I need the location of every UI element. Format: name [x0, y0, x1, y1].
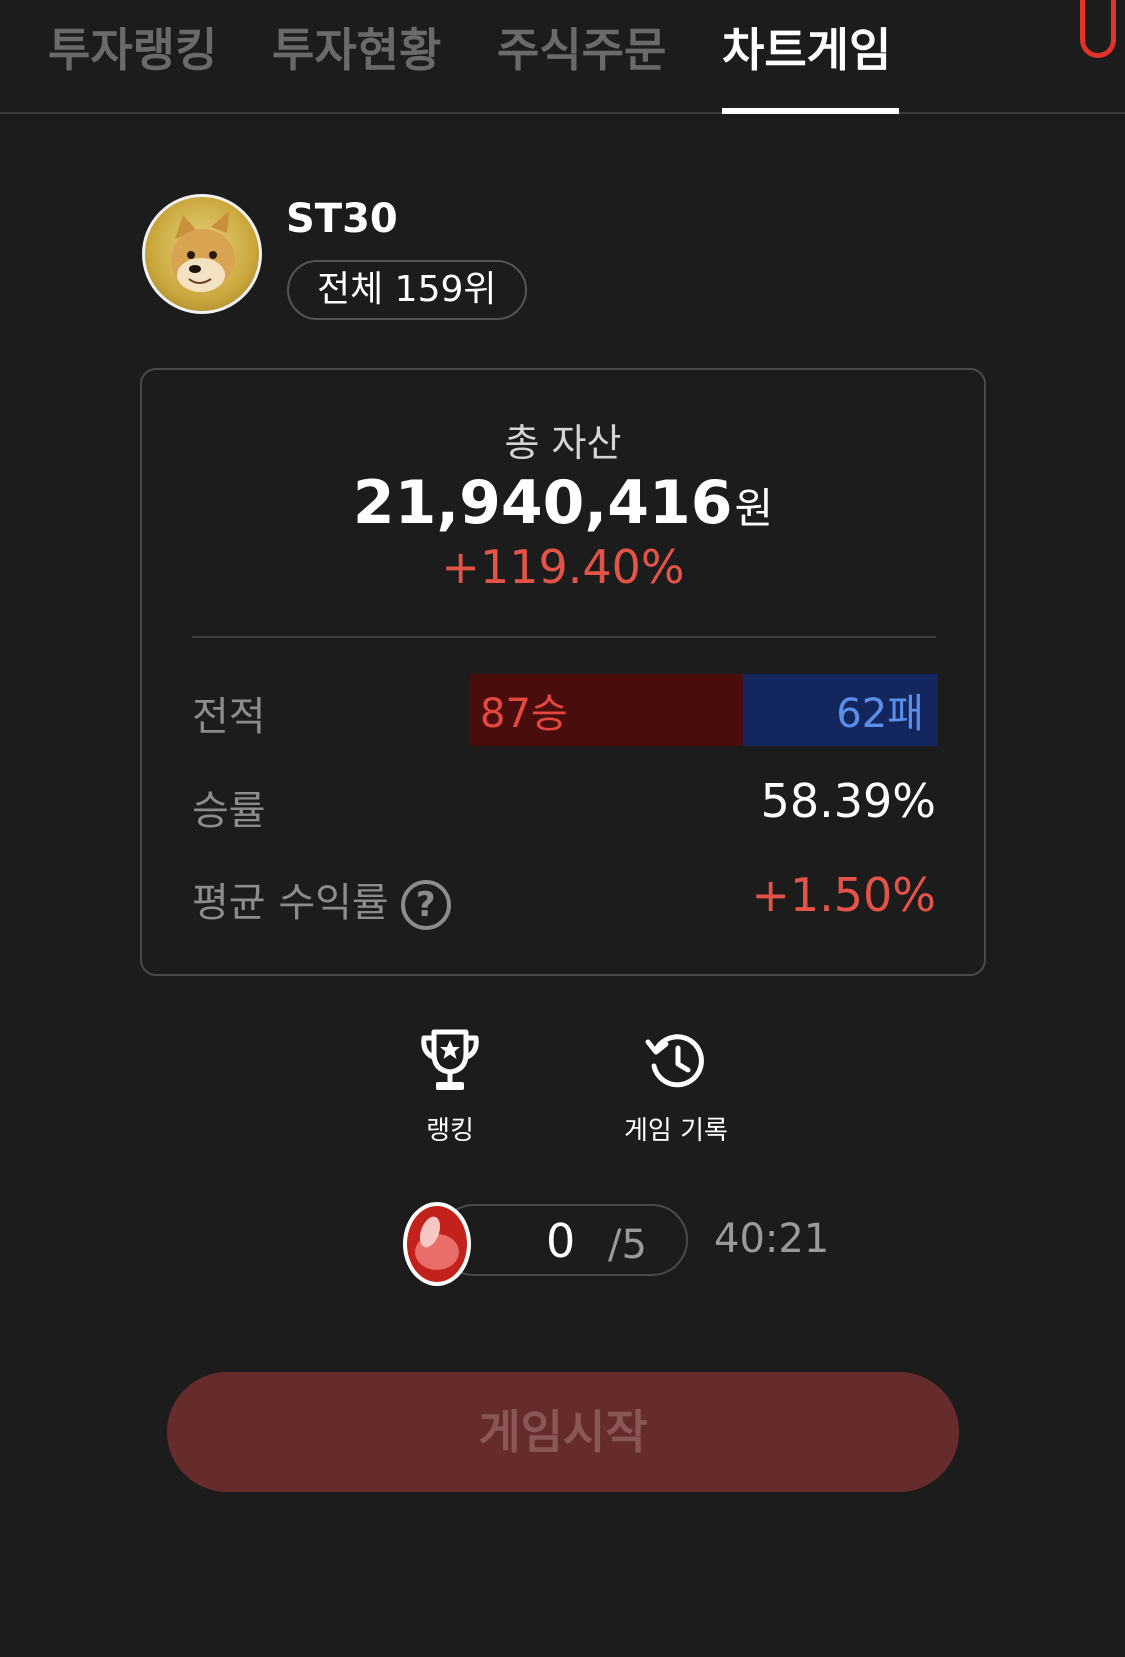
top-tab-bar: 투자랭킹 투자현황 주식주문 차트게임: [0, 0, 1125, 114]
username: ST30: [286, 196, 398, 242]
energy-current: 0: [546, 1214, 576, 1268]
losses-segment: 62패: [743, 674, 938, 746]
avg-return-label: 평균 수익률: [192, 880, 389, 926]
total-assets-label: 총 자산: [504, 421, 622, 465]
ranking-button[interactable]: 랭킹: [350, 1026, 550, 1147]
asset-summary-card: 총 자산 21,940,416원 +119.40% 전적 87승 62패 승률 …: [140, 368, 986, 976]
tab-stock-order[interactable]: 주식주문: [497, 14, 666, 80]
total-assets-value: 21,940,416: [352, 468, 733, 538]
shiba-dog-avatar-icon: [171, 211, 235, 292]
game-history-button[interactable]: 게임 기록: [576, 1030, 776, 1147]
start-game-button[interactable]: 게임시작: [167, 1372, 959, 1492]
total-return-rate: +119.40%: [441, 540, 685, 594]
win-rate-label: 승률: [192, 788, 266, 834]
total-assets-amount: 21,940,416원: [142, 468, 984, 538]
trophy-icon: [421, 1029, 479, 1090]
game-history-label: 게임 기록: [624, 1116, 728, 1146]
energy-max: /5: [608, 1222, 647, 1268]
history-clock-icon: [645, 1034, 704, 1088]
record-label: 전적: [192, 694, 266, 740]
red-egg-icon: [403, 1202, 471, 1286]
win-rate-value: 58.39%: [760, 774, 936, 828]
tab-investment-status[interactable]: 투자현황: [272, 14, 441, 80]
wins-segment: 87승: [470, 674, 744, 746]
win-loss-bar: 87승 62패: [470, 674, 938, 746]
avatar[interactable]: [142, 194, 262, 314]
card-divider: [192, 636, 936, 638]
tab-investment-ranking[interactable]: 투자랭킹: [48, 14, 217, 80]
tab-chart-game[interactable]: 차트게임: [722, 14, 891, 80]
energy-recharge-timer: 40:21: [714, 1216, 830, 1262]
avg-return-row: 평균 수익률?: [192, 870, 451, 930]
corner-decoration: [1080, 0, 1116, 58]
active-tab-indicator: [722, 108, 899, 114]
question-circle-icon[interactable]: ?: [400, 880, 451, 930]
avg-return-value: +1.50%: [751, 868, 936, 922]
overall-rank-badge: 전체 159위: [287, 260, 527, 320]
currency-unit: 원: [734, 484, 774, 533]
ranking-label: 랭킹: [426, 1116, 474, 1146]
